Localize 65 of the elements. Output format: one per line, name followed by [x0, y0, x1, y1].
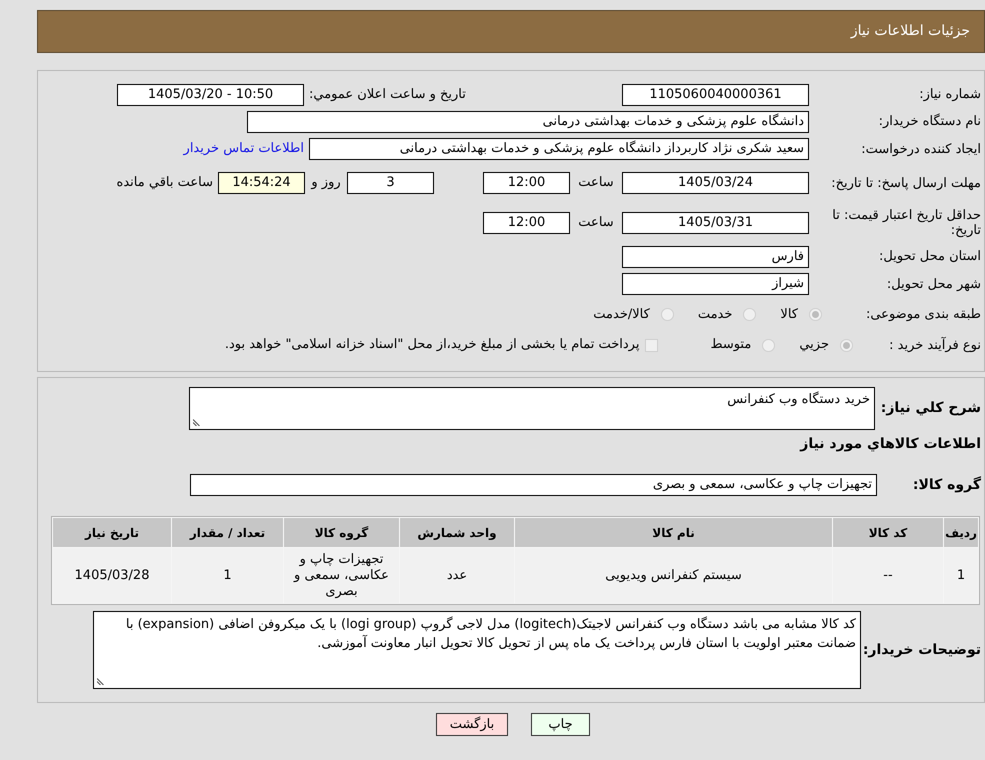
field-label: شرح کلي نیاز: — [880, 399, 981, 418]
option-label[interactable]: کالا — [780, 304, 798, 324]
column-header: واحد شمارش — [400, 518, 514, 547]
deadline-time-field[interactable]: 12:00 — [483, 172, 570, 194]
table-cell: عدد — [400, 548, 514, 603]
checkbox-label[interactable]: پرداخت تمام یا بخشی از مبلغ خرید،از محل "اسناد خزانه اسلامی" خواهد بود. — [224, 335, 640, 355]
table-cell: 1405/03/28 — [53, 548, 171, 603]
remaining-label: ساعت باقي مانده — [116, 174, 213, 192]
column-header: ردیف — [944, 518, 978, 547]
option-label[interactable]: کالا/خدمت — [593, 304, 650, 324]
field-label: شماره نیاز: — [918, 87, 981, 102]
page-title: جزئیات اطلاعات نیاز — [850, 22, 970, 41]
buyer-contact-link[interactable]: اطلاعات تماس خریدار — [184, 139, 304, 159]
section-heading: اطلاعات کالاهاي مورد نیاز — [800, 435, 981, 453]
table-cell: -- — [833, 548, 943, 603]
radio-button[interactable] — [840, 338, 853, 352]
city-field[interactable]: شیراز — [622, 273, 809, 295]
field-label: مهلت ارسال پاسخ: تا تاریخ: — [830, 176, 981, 190]
time-label: ساعت — [577, 174, 615, 192]
radio-button[interactable] — [743, 308, 756, 321]
field-label: شهر محل تحویل: — [886, 276, 981, 292]
table-cell: 1 — [172, 548, 283, 603]
summary-textarea[interactable]: خرید دستگاه وب کنفرانس — [189, 387, 875, 430]
resize-grip-icon[interactable] — [97, 678, 104, 685]
column-header: تاریخ نیاز — [53, 518, 171, 547]
field-label: نام دستگاه خریدار: — [878, 114, 981, 129]
field-label: توضیحات خریدار: — [862, 640, 981, 660]
print-button[interactable]: چاپ — [531, 713, 590, 736]
field-label: طبقه بندی موضوعی: — [864, 307, 981, 322]
radio-button[interactable] — [660, 308, 674, 321]
radio-button[interactable] — [809, 308, 822, 321]
column-header: گروه کالا — [284, 518, 399, 547]
option-label[interactable]: خدمت — [698, 304, 732, 324]
remaining-time-field[interactable]: 14:54:24 — [218, 172, 305, 194]
column-header: نام کالا — [515, 518, 832, 547]
requester-field[interactable]: سعید شکری نژاد کاربرداز دانشگاه علوم پزشکی و خدمات بهداشتی درمانی — [309, 138, 809, 160]
column-header: کد کالا — [833, 518, 943, 547]
deadline-date-field[interactable]: 1405/03/24 — [622, 172, 809, 194]
radio-button[interactable] — [762, 338, 776, 352]
notes-textarea[interactable]: کد کالا مشابه می باشد دستگاه وب کنفرانس لاجیتک(logitech) مدل لاجی گروپ (logi group) با یک میکروفن اضافی (expansion) با ضمانت معتبر اولویت با استان فارس پرداخت یک ماه پس از تحویل کالا تحویل انبار معاونت آموزشی. — [93, 611, 861, 689]
table-cell: 1 — [944, 548, 978, 603]
table-cell: سیستم کنفرانس ویدیویی — [515, 548, 832, 603]
option-label[interactable]: جزيي — [799, 335, 829, 355]
buyer-org-field[interactable]: دانشگاه علوم پزشکی و خدمات بهداشتی درمانی — [247, 110, 809, 132]
field-label: گروه کالا: — [912, 475, 981, 494]
field-label: استان محل تحویل: — [878, 249, 981, 264]
validity-time-field[interactable]: 12:00 — [483, 212, 570, 234]
announce-date-field[interactable]: 1405/03/20 - 10:50 — [117, 84, 304, 106]
checkbox[interactable] — [645, 338, 658, 352]
field-label: نوع فرآیند خرید : — [888, 338, 981, 352]
days-label: روز و — [310, 174, 342, 192]
validity-date-field[interactable]: 1405/03/31 — [622, 212, 809, 234]
field-label: تاریخ و ساعت اعلان عمومي: — [309, 87, 466, 102]
time-label: ساعت — [577, 214, 615, 232]
table-cell: تجهیزات چاپ و عکاسی، سمعی و بصری — [284, 548, 399, 603]
days-field[interactable]: 3 — [347, 172, 434, 194]
field-label: ایجاد کننده درخواست: — [860, 142, 981, 156]
field-label: حداقل تاریخ اعتبار قیمت: تا تاریخ: — [831, 208, 981, 238]
goods-group-field[interactable]: تجهیزات چاپ و عکاسی، سمعی و بصری — [190, 474, 877, 496]
province-field[interactable]: فارس — [622, 246, 809, 268]
resize-grip-icon[interactable] — [193, 419, 200, 426]
option-label[interactable]: متوسط — [710, 335, 752, 355]
back-button[interactable]: بازگشت — [436, 713, 508, 736]
column-header: تعداد / مقدار — [172, 518, 283, 547]
need-number-field[interactable]: 1105060040000361 — [622, 84, 809, 106]
